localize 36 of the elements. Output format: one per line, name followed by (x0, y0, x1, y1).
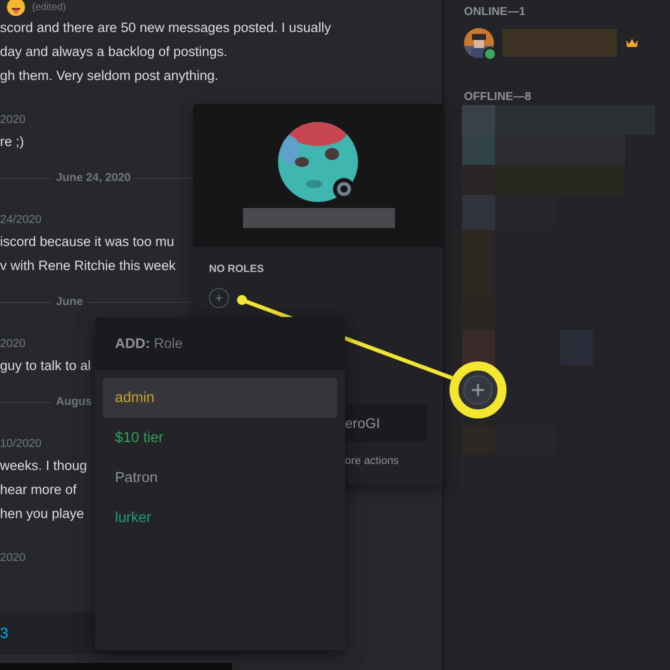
member-group-title: OFFLINE—8 (464, 90, 532, 105)
add-role-icon (463, 375, 493, 405)
plus-icon (215, 294, 223, 302)
role-item[interactable]: $10 tier (103, 418, 337, 458)
role-search-field[interactable]: ADD: Role (95, 317, 345, 370)
add-role-button[interactable] (209, 288, 229, 308)
member-group-title: ONLINE—1 (464, 5, 526, 20)
roles-title: NO ROLES (209, 263, 264, 275)
message-timestamp: 24/2020 (0, 214, 42, 226)
role-item[interactable]: Patron (103, 458, 337, 498)
message-text: day and always a backlog of postings. (0, 44, 228, 59)
channel-link[interactable]: 3 (0, 624, 8, 642)
message-text: re ;) (0, 134, 24, 149)
message-text: gh them. Very seldom post anything. (0, 68, 218, 83)
edited-label: (edited) (32, 2, 66, 12)
message-text: v with Rene Ritchie this week (0, 258, 176, 273)
more-actions-text: ore actions (345, 455, 399, 467)
message-text: iscord because it was too mu (0, 234, 174, 249)
date-divider: Augus (56, 396, 92, 408)
message-timestamp: 2020 (0, 338, 26, 350)
date-divider: June 24, 2020 (56, 172, 131, 184)
message-text: scord and there are 50 new messages posted. I usually (0, 20, 331, 35)
message-text: guy to talk to al (0, 358, 91, 373)
message-timestamp: 10/2020 (0, 438, 42, 450)
role-item[interactable]: lurker (103, 498, 337, 538)
message-text: hear more of (0, 482, 77, 497)
message-timestamp: 2020 (0, 552, 26, 564)
emoji-icon (6, 0, 26, 17)
note-field[interactable]: eroGI (345, 404, 427, 442)
date-divider: June (56, 296, 83, 308)
message-text: hen you playe (0, 506, 84, 521)
message-text: weeks. I thoug (0, 458, 88, 473)
crown-icon (625, 38, 639, 48)
status-icon (333, 178, 355, 200)
message-timestamp: 2020 (0, 114, 26, 126)
role-item[interactable]: admin (103, 378, 337, 418)
